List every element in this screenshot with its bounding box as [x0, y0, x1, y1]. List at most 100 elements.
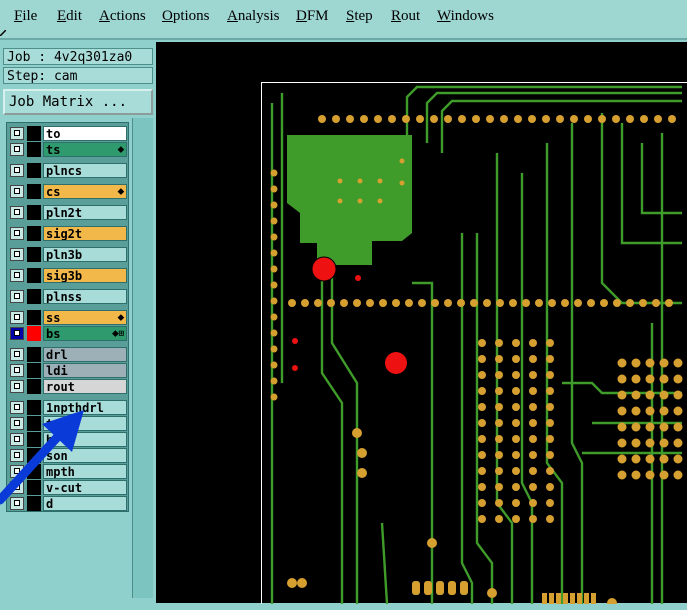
layer-checkbox[interactable]: [10, 143, 24, 156]
pad: [631, 358, 641, 368]
job-name: Job : 4v2q301za0: [3, 48, 153, 65]
menu-analysis[interactable]: Analysis: [227, 8, 280, 25]
menu-edit[interactable]: Edit: [57, 8, 82, 25]
menu-rout[interactable]: Rout: [391, 8, 420, 25]
layer-checkbox[interactable]: [10, 380, 24, 393]
layer-color-swatch[interactable]: [27, 326, 41, 341]
layer-color-swatch[interactable]: [27, 184, 41, 199]
pad: [270, 345, 278, 353]
pad: [287, 578, 297, 588]
pad: [458, 115, 466, 123]
layer-color-swatch[interactable]: [27, 205, 41, 220]
layer-name[interactable]: ts ⬥: [43, 142, 127, 157]
layer-checkbox[interactable]: [10, 311, 24, 324]
layer-checkbox[interactable]: [10, 248, 24, 261]
pad: [352, 428, 362, 438]
pad: [353, 299, 361, 307]
layer-checkbox[interactable]: [10, 327, 24, 340]
layer-name[interactable]: sig3b: [43, 268, 127, 283]
layer-row-sig3b[interactable]: sig3b: [9, 268, 127, 283]
pad: [556, 593, 561, 604]
layer-row-to[interactable]: to: [9, 126, 127, 141]
layer-name[interactable]: pln3b: [43, 247, 127, 262]
layer-color-swatch[interactable]: [27, 363, 41, 378]
layer-color-swatch[interactable]: [27, 247, 41, 262]
menu-label-rest: ctions: [109, 8, 146, 24]
layer-row-ts[interactable]: ts ⬥: [9, 142, 127, 157]
layer-row-rout[interactable]: rout: [9, 379, 127, 394]
layer-checkbox[interactable]: [10, 364, 24, 377]
layer-color-swatch[interactable]: [27, 142, 41, 157]
layer-name[interactable]: sig2t: [43, 226, 127, 241]
layer-color-swatch[interactable]: [27, 163, 41, 178]
layer-color-swatch[interactable]: [27, 310, 41, 325]
pad: [478, 419, 486, 427]
menu-dfm[interactable]: DFM: [296, 8, 329, 25]
pad: [529, 483, 537, 491]
layer-checkbox[interactable]: [10, 348, 24, 361]
layer-name[interactable]: pln2t: [43, 205, 127, 220]
layer-checkbox[interactable]: [10, 290, 24, 303]
layer-checkbox[interactable]: [10, 206, 24, 219]
layer-name[interactable]: plncs: [43, 163, 127, 178]
menu-windows[interactable]: Windows: [437, 8, 494, 25]
pad: [529, 419, 537, 427]
layer-row-sig2t[interactable]: sig2t: [9, 226, 127, 241]
pad: [529, 371, 537, 379]
pad: [584, 115, 592, 123]
pad: [512, 339, 520, 347]
layer-row-plncs[interactable]: plncs: [9, 163, 127, 178]
pad: [478, 387, 486, 395]
layer-row-plnss[interactable]: plnss: [9, 289, 127, 304]
layer-name[interactable]: bs ⬥⊞: [43, 326, 127, 341]
layer-color-swatch[interactable]: [27, 126, 41, 141]
pad: [570, 115, 578, 123]
pad: [546, 451, 554, 459]
pad: [270, 393, 278, 401]
pad: [577, 593, 582, 604]
layer-row-drl[interactable]: drl: [9, 347, 127, 362]
layer-row-cs[interactable]: cs ⬥: [9, 184, 127, 199]
menu-mnemonic: W: [437, 8, 451, 24]
layer-checkbox[interactable]: [10, 127, 24, 140]
layer-name[interactable]: cs ⬥: [43, 184, 127, 199]
layer-color-swatch[interactable]: [27, 268, 41, 283]
pcb-board[interactable]: [261, 82, 687, 604]
layer-name[interactable]: plnss: [43, 289, 127, 304]
pad: [617, 406, 627, 416]
layer-checkbox[interactable]: [10, 164, 24, 177]
layer-row-ldi[interactable]: ldi: [9, 363, 127, 378]
pad: [377, 198, 383, 204]
pad: [478, 467, 486, 475]
menu-step[interactable]: Step: [346, 8, 373, 25]
layer-name[interactable]: to: [43, 126, 127, 141]
layer-name[interactable]: ss ⬥: [43, 310, 127, 325]
job-matrix-button[interactable]: Job Matrix ...: [3, 89, 153, 115]
layer-row-pln3b[interactable]: pln3b: [9, 247, 127, 262]
layer-color-swatch[interactable]: [27, 226, 41, 241]
layer-checkbox[interactable]: [10, 269, 24, 282]
layer-color-swatch[interactable]: [27, 379, 41, 394]
layer-name[interactable]: drl: [43, 347, 127, 362]
pad: [645, 422, 655, 432]
copper-pour: [287, 135, 412, 265]
pad: [673, 358, 683, 368]
layer-row-bs[interactable]: bs ⬥⊞: [9, 326, 127, 341]
pad: [668, 115, 676, 123]
pad: [542, 115, 550, 123]
layer-row-ss[interactable]: ss ⬥: [9, 310, 127, 325]
graphics-canvas[interactable]: [156, 42, 687, 604]
layer-color-swatch[interactable]: [27, 347, 41, 362]
layer-name[interactable]: rout: [43, 379, 127, 394]
layer-name[interactable]: ldi: [43, 363, 127, 378]
corner-mark-icon: [0, 30, 6, 36]
menu-options[interactable]: Options: [162, 8, 210, 25]
menu-actions[interactable]: Actions: [99, 8, 146, 25]
layer-row-pln2t[interactable]: pln2t: [9, 205, 127, 220]
layer-checkbox[interactable]: [10, 185, 24, 198]
pad: [645, 438, 655, 448]
menu-file[interactable]: File: [14, 8, 37, 25]
pad: [529, 451, 537, 459]
layer-color-swatch[interactable]: [27, 289, 41, 304]
layer-checkbox[interactable]: [10, 227, 24, 240]
